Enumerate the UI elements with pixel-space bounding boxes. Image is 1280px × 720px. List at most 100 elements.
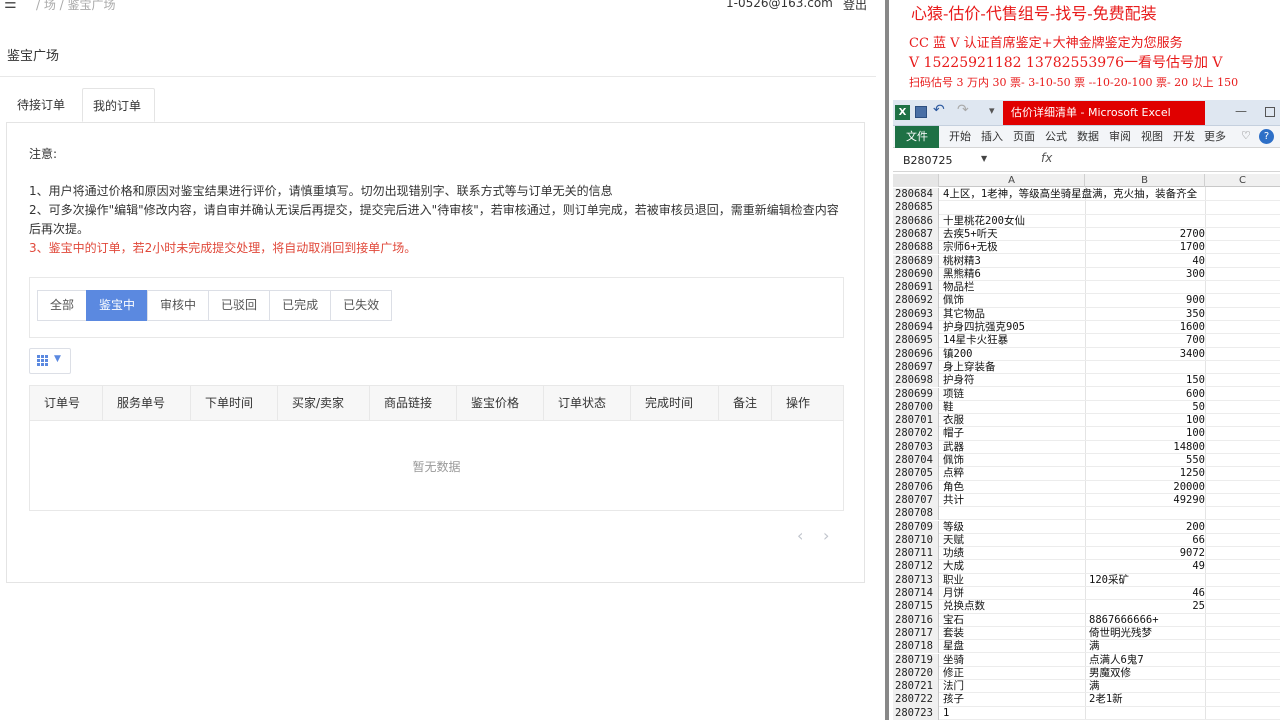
spreadsheet-row[interactable]: 280697 身上穿装备	[893, 360, 1280, 375]
cell-b[interactable]: 700	[1089, 334, 1205, 347]
ribbon-tab[interactable]: 数据	[1077, 126, 1099, 148]
chevron-right-icon[interactable]: ›	[823, 526, 829, 545]
cell-a[interactable]: 修正	[943, 667, 1085, 680]
cell-b[interactable]: 2老1新	[1089, 693, 1205, 706]
cell-b[interactable]: 66	[1089, 534, 1205, 547]
cell-b[interactable]: 100	[1089, 427, 1205, 440]
cell-b[interactable]: 8867666666+	[1089, 614, 1205, 627]
row-number[interactable]: 280707	[893, 493, 939, 508]
filter-completed-button[interactable]: 已完成	[269, 290, 332, 321]
filter-expired-button[interactable]: 已失效	[330, 290, 393, 321]
row-number[interactable]: 280711	[893, 547, 939, 561]
column-header-a[interactable]: A	[939, 174, 1085, 187]
cell-a[interactable]: 坐骑	[943, 654, 1085, 667]
spreadsheet-row[interactable]: 280699 项链 600	[893, 387, 1280, 401]
chevron-down-icon[interactable]: ▼	[981, 154, 987, 163]
cell-a[interactable]: 衣服	[943, 414, 1085, 427]
cell-b[interactable]: 1600	[1089, 321, 1205, 334]
spreadsheet-row[interactable]: 280698 护身符 150	[893, 374, 1280, 388]
cell-b[interactable]: 50	[1089, 401, 1205, 414]
row-number[interactable]: 280693	[893, 307, 939, 321]
spreadsheet-row[interactable]: 280702 帽子 100	[893, 427, 1280, 441]
row-number[interactable]: 280695	[893, 334, 939, 348]
column-header[interactable]: 下单时间	[191, 386, 278, 421]
row-number[interactable]: 280689	[893, 254, 939, 268]
spreadsheet-row[interactable]: 280691 物品栏	[893, 281, 1280, 295]
cell-b[interactable]: 1700	[1089, 241, 1205, 254]
row-number[interactable]: 280703	[893, 440, 939, 454]
spreadsheet-row[interactable]: 280710 天赋 66	[893, 533, 1280, 548]
spreadsheet-row[interactable]: 280701 衣服 100	[893, 414, 1280, 428]
cell-b[interactable]: 200	[1089, 521, 1205, 534]
ribbon-tab[interactable]: 视图	[1141, 126, 1163, 148]
row-number[interactable]: 280722	[893, 693, 939, 707]
cell-a[interactable]: 法门	[943, 680, 1085, 693]
row-number[interactable]: 280691	[893, 281, 939, 295]
column-header[interactable]: 订单状态	[544, 386, 631, 421]
cell-b[interactable]: 300	[1089, 268, 1205, 281]
spreadsheet-row[interactable]: 280684 4上区，1老神，等级高坐骑星盘满，克火抽，装备齐全	[893, 188, 1280, 202]
cell-a[interactable]: 等级	[943, 521, 1085, 534]
row-number[interactable]: 280694	[893, 321, 939, 335]
cell-b[interactable]: 49	[1089, 560, 1205, 573]
cell-b[interactable]: 150	[1089, 374, 1205, 387]
cell-a[interactable]: 其它物品	[943, 308, 1085, 321]
spreadsheet-row[interactable]: 280712 大成 49	[893, 560, 1280, 574]
quick-access-dropdown-icon[interactable]: ▾	[989, 104, 995, 117]
maximize-icon[interactable]	[1265, 107, 1275, 117]
spreadsheet-grid[interactable]: A B C 280684 4上区，1老神，等级高坐骑星盘满，克火抽，装备齐全 280…	[893, 174, 1280, 720]
row-number[interactable]: 280717	[893, 626, 939, 641]
spreadsheet-row[interactable]: 280721 法门满	[893, 680, 1280, 694]
cell-a[interactable]: 护身符	[943, 374, 1085, 387]
cell-a[interactable]: 星盘	[943, 640, 1085, 653]
menu-icon[interactable]: ☰	[4, 0, 17, 12]
cell-a[interactable]: 角色	[943, 481, 1085, 494]
ribbon-tab-file[interactable]: 文件	[895, 126, 939, 148]
column-header[interactable]: 操作	[772, 386, 843, 421]
column-header[interactable]: 完成时间	[631, 386, 719, 421]
cell-a[interactable]: 套装	[943, 627, 1085, 640]
spreadsheet-row[interactable]: 280714 月饼 46	[893, 587, 1280, 601]
spreadsheet-row[interactable]: 280685	[893, 201, 1280, 215]
cell-a[interactable]: 十里桃花200女仙	[943, 215, 1085, 228]
spreadsheet-row[interactable]: 280703 武器 14800	[893, 440, 1280, 454]
row-number[interactable]: 280710	[893, 533, 939, 548]
spreadsheet-row[interactable]: 280719 坐骑 点满人6鬼7	[893, 653, 1280, 667]
spreadsheet-row[interactable]: 280705 点粹 1250	[893, 467, 1280, 481]
cell-a[interactable]: 兑换点数	[943, 600, 1085, 613]
redo-icon[interactable]: ↷	[957, 102, 969, 118]
cell-b[interactable]: 46	[1089, 587, 1205, 600]
cell-a[interactable]: 去疾5+听天	[943, 228, 1085, 241]
spreadsheet-row[interactable]: 280723 1	[893, 706, 1280, 720]
spreadsheet-row[interactable]: 280700 鞋 50	[893, 400, 1280, 415]
save-icon[interactable]	[915, 106, 927, 118]
tab-my-orders[interactable]: 我的订单	[82, 88, 155, 122]
cell-b[interactable]: 1250	[1089, 467, 1205, 480]
cell-b[interactable]: 男魔双修	[1089, 667, 1205, 680]
spreadsheet-row[interactable]: 280696 镇200 3400	[893, 347, 1280, 361]
spreadsheet-row[interactable]: 280689 桃树精3 40	[893, 254, 1280, 268]
cell-a[interactable]: 桃树精3	[943, 255, 1085, 268]
ribbon-tab[interactable]: 公式	[1045, 126, 1067, 148]
spreadsheet-row[interactable]: 280717 套装 倚世明光残梦	[893, 626, 1280, 641]
column-header[interactable]: 订单号	[30, 386, 103, 421]
row-number[interactable]: 280696	[893, 347, 939, 361]
spreadsheet-row[interactable]: 280709 等级 200	[893, 520, 1280, 534]
cell-a[interactable]: 大成	[943, 560, 1085, 573]
row-number[interactable]: 280684	[893, 188, 939, 202]
row-number[interactable]: 280698	[893, 374, 939, 388]
cell-a[interactable]: 护身四抗强克905	[943, 321, 1085, 334]
row-number[interactable]: 280708	[893, 507, 939, 521]
row-number[interactable]: 280716	[893, 613, 939, 627]
cell-b[interactable]: 点满人6鬼7	[1089, 654, 1205, 667]
name-box[interactable]: B280725	[903, 153, 983, 169]
cell-a[interactable]: 身上穿装备	[943, 361, 1085, 374]
cell-b[interactable]: 2700	[1089, 228, 1205, 241]
cell-b[interactable]: 满	[1089, 680, 1205, 693]
row-number[interactable]: 280714	[893, 587, 939, 601]
cell-b[interactable]: 900	[1089, 294, 1205, 307]
cell-b[interactable]: 25	[1089, 600, 1205, 613]
spreadsheet-row[interactable]: 280720 修正 男魔双修	[893, 666, 1280, 681]
cell-a[interactable]: 物品栏	[943, 281, 1085, 294]
undo-icon[interactable]: ↶	[933, 102, 945, 118]
